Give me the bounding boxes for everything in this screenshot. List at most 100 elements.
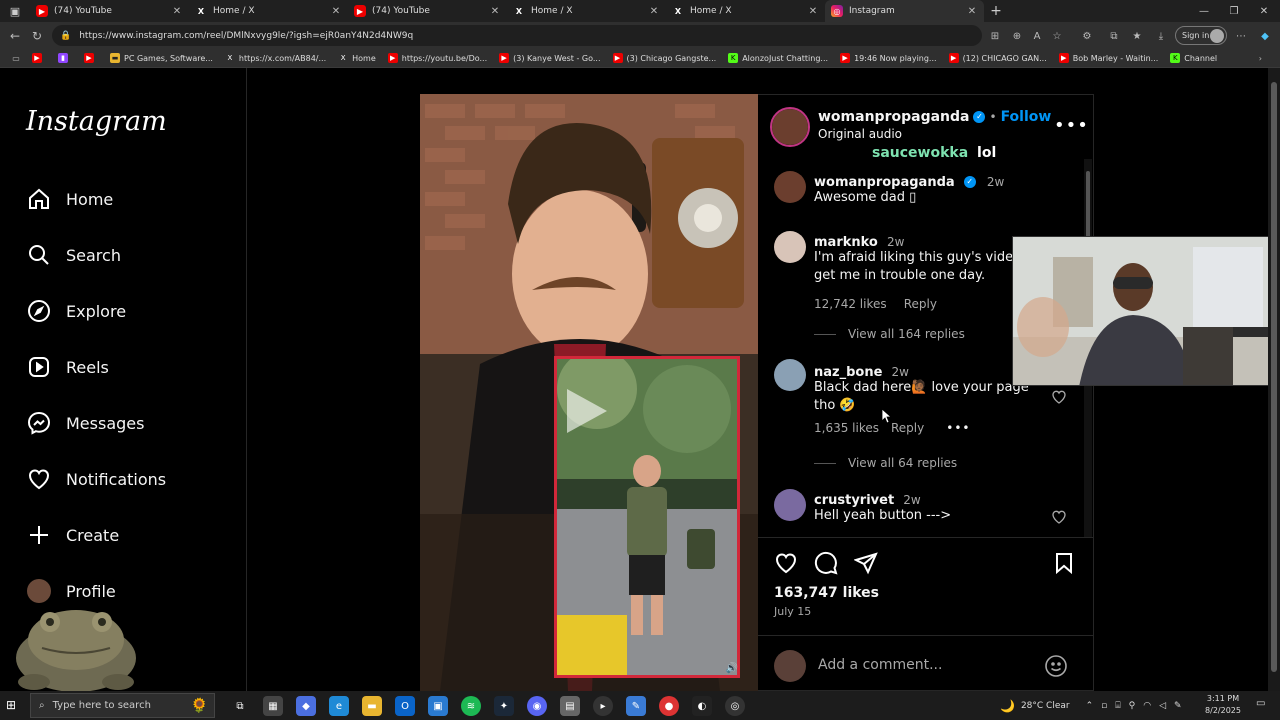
extensions-icon[interactable]: ⚙ bbox=[1078, 27, 1096, 45]
like-comment-heart-icon[interactable] bbox=[1051, 389, 1067, 405]
volume-icon[interactable]: ◁ bbox=[1159, 701, 1166, 711]
browser-tab-active[interactable]: ◎ Instagram ✕ bbox=[825, 0, 984, 22]
file-explorer-icon[interactable]: ▬ bbox=[362, 696, 382, 716]
close-icon[interactable]: ✕ bbox=[330, 6, 342, 17]
bookmark-item[interactable]: K AlonzoJust Chatting... bbox=[728, 53, 828, 63]
emoji-icon[interactable] bbox=[1044, 654, 1068, 678]
steam-icon[interactable]: ✦ bbox=[494, 696, 514, 716]
browser-tab[interactable]: X Home / X ✕ bbox=[666, 0, 825, 22]
sidebar-item-notifications[interactable]: Notifications bbox=[26, 463, 166, 495]
refresh-icon[interactable]: ↻ bbox=[26, 25, 48, 47]
store-icon[interactable]: ▦ bbox=[263, 696, 283, 716]
microphone-icon[interactable]: ⚲ bbox=[1129, 701, 1136, 711]
author-avatar[interactable] bbox=[770, 107, 810, 147]
comment-avatar[interactable] bbox=[774, 231, 806, 263]
restore-icon[interactable]: ❐ bbox=[1218, 0, 1250, 22]
tab-actions-icon[interactable]: ▣ bbox=[0, 0, 30, 22]
close-icon[interactable]: ✕ bbox=[966, 6, 978, 17]
bookmark-save-icon[interactable] bbox=[1052, 551, 1076, 575]
bookmark-item[interactable]: ▮ bbox=[58, 53, 72, 63]
instagram-logo[interactable]: Instagram bbox=[26, 106, 167, 137]
comment-username[interactable]: crustyrivet bbox=[814, 493, 894, 508]
reply-button[interactable]: Reply bbox=[891, 421, 924, 435]
close-icon[interactable]: ✕ bbox=[648, 6, 660, 17]
app-icon[interactable]: ▸ bbox=[593, 696, 613, 716]
close-window-icon[interactable]: ✕ bbox=[1248, 0, 1280, 22]
favorite-star-icon[interactable]: ☆ bbox=[1048, 27, 1066, 45]
browser-tab[interactable]: X Home / X ✕ bbox=[507, 0, 666, 22]
sign-in-button[interactable]: Sign in bbox=[1175, 26, 1227, 45]
follow-button[interactable]: Follow bbox=[1001, 109, 1052, 125]
bookmark-item[interactable]: ▶ https://youtu.be/Do... bbox=[387, 53, 487, 63]
sidebar-item-explore[interactable]: Explore bbox=[26, 295, 126, 327]
tray-app-icon[interactable]: ▫ bbox=[1101, 701, 1107, 711]
bookmark-item[interactable]: ▶ 19:46 Now playing... bbox=[840, 53, 937, 63]
app-icon[interactable]: ● bbox=[659, 696, 679, 716]
taskbar-search-input[interactable]: ⌕ Type here to search 🌻 bbox=[30, 693, 215, 718]
spotify-icon[interactable]: ≋ bbox=[461, 696, 481, 716]
more-options-icon[interactable]: ••• bbox=[1054, 115, 1089, 136]
bookmark-item[interactable]: ▶ (3) Kanye West - Go... bbox=[499, 53, 601, 63]
sidebar-item-search[interactable]: Search bbox=[26, 239, 121, 271]
bookmark-item[interactable]: K Channel bbox=[1170, 53, 1217, 63]
comment-avatar[interactable] bbox=[774, 489, 806, 521]
address-bar[interactable]: 🔒 https://www.instagram.com/reel/DMlNxvy… bbox=[52, 25, 982, 46]
bookmark-item[interactable]: ▶ bbox=[32, 53, 46, 63]
bookmark-item[interactable]: X Home bbox=[338, 53, 376, 63]
outlook-icon[interactable]: O bbox=[395, 696, 415, 716]
browser-tab[interactable]: ▶ (74) YouTube ✕ bbox=[30, 0, 189, 22]
author-username[interactable]: womanpropaganda bbox=[818, 109, 969, 125]
favorites-icon[interactable]: ★ bbox=[1128, 27, 1146, 45]
tray-chevron-icon[interactable]: ⌃ bbox=[1086, 701, 1094, 711]
windows-start-icon[interactable]: ⊞ bbox=[6, 698, 20, 712]
view-replies-button[interactable]: View all 164 replies bbox=[814, 327, 965, 341]
like-comment-heart-icon[interactable] bbox=[1051, 509, 1067, 525]
share-send-icon[interactable] bbox=[854, 551, 878, 575]
zoom-icon[interactable]: ⊕ bbox=[1008, 27, 1026, 45]
bookmark-toggle-icon[interactable]: ▭ bbox=[0, 54, 32, 63]
read-aloud-icon[interactable]: A bbox=[1028, 27, 1046, 45]
download-icon[interactable]: ⤓ bbox=[1152, 27, 1170, 45]
photos-icon[interactable]: ▣ bbox=[428, 696, 448, 716]
copilot-app-icon[interactable]: ◆ bbox=[296, 696, 316, 716]
app-icon[interactable]: ⊞ bbox=[986, 27, 1004, 45]
comment-options-icon[interactable]: ••• bbox=[946, 421, 970, 435]
close-icon[interactable]: ✕ bbox=[807, 6, 819, 17]
comment-username[interactable]: womanpropaganda bbox=[814, 175, 955, 190]
obs-icon[interactable]: ◐ bbox=[692, 696, 712, 716]
comment-username[interactable]: naz_bone bbox=[814, 365, 882, 380]
post-likes-count[interactable]: 163,747 likes bbox=[774, 585, 879, 601]
bookmark-item[interactable]: ▶ Bob Marley - Waitin... bbox=[1058, 53, 1158, 63]
bookmark-item[interactable]: ▶ (12) CHICAGO GAN... bbox=[948, 53, 1047, 63]
audio-label[interactable]: Original audio bbox=[818, 127, 902, 141]
app-icon[interactable]: ✎ bbox=[626, 696, 646, 716]
sidebar-item-reels[interactable]: Reels bbox=[26, 351, 109, 383]
browser-tab[interactable]: ▶ (74) YouTube ✕ bbox=[348, 0, 507, 22]
discord-icon[interactable]: ◉ bbox=[527, 696, 547, 716]
more-menu-icon[interactable]: ⋯ bbox=[1232, 27, 1250, 45]
bookmark-item[interactable]: Xhttps://x.com/AB84/... bbox=[225, 53, 327, 63]
view-replies-button[interactable]: View all 64 replies bbox=[814, 456, 957, 470]
task-view-icon[interactable]: ⧉ bbox=[230, 696, 250, 716]
close-icon[interactable]: ✕ bbox=[171, 6, 183, 17]
mute-icon[interactable]: 🔊 bbox=[724, 660, 740, 676]
page-scrollbar[interactable] bbox=[1268, 68, 1280, 691]
like-heart-icon[interactable] bbox=[774, 551, 798, 575]
comment-username[interactable]: marknko bbox=[814, 235, 878, 250]
comment-avatar[interactable] bbox=[774, 171, 806, 203]
close-icon[interactable]: ✕ bbox=[489, 6, 501, 17]
edge-icon[interactable]: e bbox=[329, 696, 349, 716]
copilot-icon[interactable]: ◆ bbox=[1256, 27, 1274, 45]
comment-avatar[interactable] bbox=[774, 359, 806, 391]
new-tab-button[interactable]: + bbox=[984, 3, 1008, 19]
sidebar-item-messages[interactable]: Messages bbox=[26, 407, 144, 439]
wifi-icon[interactable]: ◠ bbox=[1143, 701, 1151, 711]
sidebar-item-home[interactable]: Home bbox=[26, 183, 113, 215]
weather-text[interactable]: 28°C Clear bbox=[1021, 701, 1070, 711]
notifications-icon[interactable]: ▭ bbox=[1256, 698, 1265, 709]
app-icon[interactable]: ◎ bbox=[725, 696, 745, 716]
comment-likes[interactable]: 1,635 likes bbox=[814, 421, 879, 435]
comment-bubble-icon[interactable] bbox=[814, 551, 838, 575]
chevron-right-icon[interactable]: › bbox=[1259, 54, 1262, 63]
back-icon[interactable]: ← bbox=[4, 25, 26, 47]
